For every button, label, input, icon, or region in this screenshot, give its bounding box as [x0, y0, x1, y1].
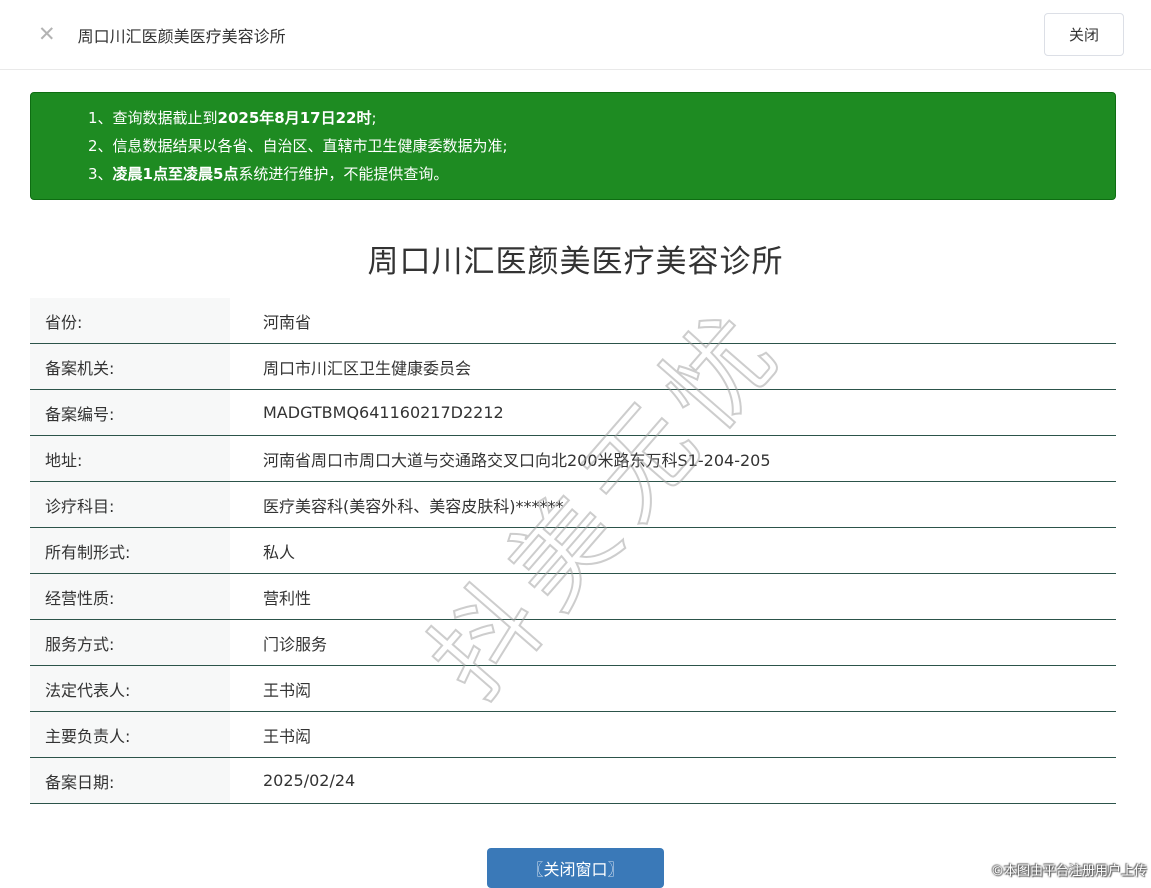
- notice-text: 2、信息数据结果以各省、自治区、直辖市卫生健康委数据为准;: [88, 137, 508, 155]
- notice-text: 3、: [88, 165, 113, 183]
- notice-text: ;: [371, 109, 377, 127]
- table-row: 备案机关: 周口市川汇区卫生健康委员会: [30, 344, 1116, 390]
- header-close-button[interactable]: 关闭: [1043, 13, 1124, 56]
- field-label: 备案日期:: [30, 758, 230, 803]
- field-value: 私人: [263, 542, 296, 562]
- field-label: 经营性质:: [30, 574, 230, 619]
- field-label: 诊疗科目:: [30, 482, 230, 527]
- field-label: 地址:: [30, 436, 230, 481]
- field-value: 河南省: [263, 312, 312, 332]
- header-bar: ✕ 周口川汇医颜美医疗美容诊所 关闭: [0, 0, 1151, 70]
- close-x-icon[interactable]: ✕: [38, 24, 56, 45]
- field-value: 周口市川汇区卫生健康委员会: [263, 358, 472, 378]
- close-window-button[interactable]: 〖关闭窗口〗: [487, 848, 664, 888]
- field-label: 主要负责人:: [30, 712, 230, 757]
- footer-actions: 〖关闭窗口〗: [0, 848, 1151, 888]
- table-row: 所有制形式: 私人: [30, 528, 1116, 574]
- notice-box: 1、查询数据截止到2025年8月17日22时; 2、信息数据结果以各省、自治区、…: [30, 92, 1116, 200]
- field-label: 法定代表人:: [30, 666, 230, 711]
- field-label: 备案编号:: [30, 390, 230, 435]
- table-row: 地址: 河南省周口市周口大道与交通路交叉口向北200米路东万科S1-204-20…: [30, 436, 1116, 482]
- table-row: 诊疗科目: 医疗美容科(美容外科、美容皮肤科)******: [30, 482, 1116, 528]
- field-value: 王书闳: [263, 680, 312, 700]
- page-title: 周口川汇医颜美医疗美容诊所: [367, 244, 784, 280]
- table-row: 主要负责人: 王书闳: [30, 712, 1116, 758]
- field-value: 河南省周口市周口大道与交通路交叉口向北200米路东万科S1-204-205: [263, 450, 771, 470]
- table-row: 法定代表人: 王书闳: [30, 666, 1116, 712]
- notice-line: 2、信息数据结果以各省、自治区、直辖市卫生健康委数据为准;: [88, 132, 1095, 160]
- field-value: 营利性: [263, 588, 312, 608]
- field-value: 门诊服务: [263, 634, 328, 654]
- window-title: 周口川汇医颜美医疗美容诊所: [77, 26, 286, 46]
- table-row: 服务方式: 门诊服务: [30, 620, 1116, 666]
- field-value: 王书闳: [263, 726, 312, 746]
- table-row: 经营性质: 营利性: [30, 574, 1116, 620]
- field-value: 医疗美容科(美容外科、美容皮肤科)******: [263, 496, 564, 516]
- field-value: MADGTBMQ641160217D2212: [263, 403, 504, 422]
- table-row: 省份: 河南省: [30, 298, 1116, 344]
- notice-line: 3、凌晨1点至凌晨5点系统进行维护，不能提供查询。: [88, 160, 1095, 188]
- notice-text: 1、查询数据截止到: [88, 109, 218, 127]
- field-label: 省份:: [30, 298, 230, 343]
- notice-line: 1、查询数据截止到2025年8月17日22时;: [88, 104, 1095, 132]
- field-label: 服务方式:: [30, 620, 230, 665]
- field-label: 所有制形式:: [30, 528, 230, 573]
- notice-bold-text: 凌晨1点至凌晨5点: [112, 165, 239, 183]
- info-table: 省份: 河南省 备案机关: 周口市川汇区卫生健康委员会 备案编号: MADGTB…: [30, 298, 1116, 804]
- field-value: 2025/02/24: [263, 771, 356, 790]
- notice-bold-text: 2025年8月17日22时: [217, 109, 372, 127]
- image-credit-watermark: ©本图由平台注册用户上传: [990, 864, 1147, 879]
- notice-text: 系统进行维护，不能提供查询。: [238, 165, 449, 183]
- table-row: 备案日期: 2025/02/24: [30, 758, 1116, 804]
- table-row: 备案编号: MADGTBMQ641160217D2212: [30, 390, 1116, 436]
- field-label: 备案机关:: [30, 344, 230, 389]
